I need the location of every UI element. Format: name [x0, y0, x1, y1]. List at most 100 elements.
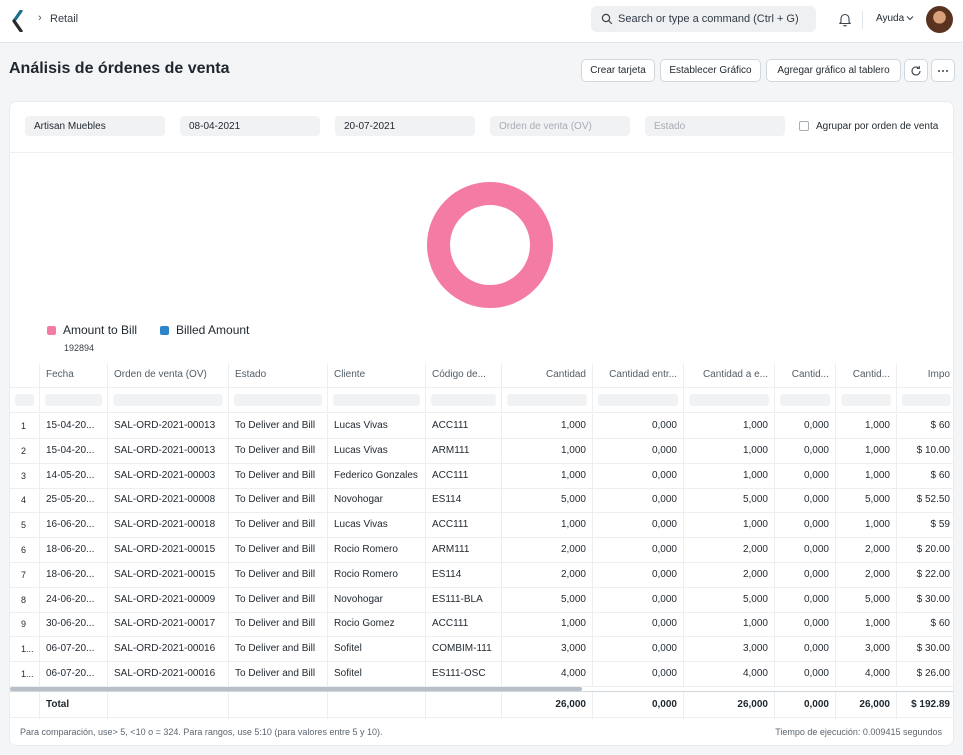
filter-box[interactable]: [689, 394, 769, 406]
table-cell[interactable]: 06-07-20...: [40, 637, 108, 663]
table-cell[interactable]: Rocio Romero: [328, 562, 426, 588]
column-header[interactable]: Orden de venta (OV): [108, 363, 229, 388]
column-filter-input[interactable]: [229, 388, 328, 413]
column-filter-input[interactable]: [40, 388, 108, 413]
table-cell[interactable]: 1,000: [836, 438, 897, 464]
table-cell[interactable]: 0,000: [593, 488, 684, 514]
table-cell[interactable]: ES114: [426, 488, 502, 514]
column-header[interactable]: Cantid...: [775, 363, 836, 388]
column-header[interactable]: Cantidad: [502, 363, 593, 388]
table-cell[interactable]: ARM111: [426, 538, 502, 563]
column-filter-input[interactable]: [108, 388, 229, 413]
table-cell[interactable]: SAL-ORD-2021-00016: [108, 637, 229, 663]
column-header[interactable]: Cantidad a e...: [684, 363, 775, 388]
table-cell[interactable]: 0,000: [775, 414, 836, 439]
table-cell[interactable]: 1,000: [836, 513, 897, 539]
table-cell[interactable]: 1,000: [684, 513, 775, 539]
column-header[interactable]: Cantidad entr...: [593, 363, 684, 388]
table-cell[interactable]: SAL-ORD-2021-00003: [108, 463, 229, 489]
table-cell[interactable]: ACC111: [426, 513, 502, 539]
table-cell[interactable]: 5,000: [502, 488, 593, 514]
filter-box[interactable]: [234, 394, 322, 406]
table-cell[interactable]: To Deliver and Bill: [229, 538, 328, 563]
table-cell[interactable]: 0,000: [593, 637, 684, 663]
table-cell[interactable]: 0,000: [775, 662, 836, 687]
table-cell[interactable]: 1,000: [836, 463, 897, 489]
table-cell[interactable]: 06-07-20...: [40, 662, 108, 687]
search-input[interactable]: Search or type a command (Ctrl + G): [618, 13, 799, 25]
table-cell[interactable]: $ 10.00: [897, 439, 953, 464]
column-filter-input[interactable]: [426, 388, 502, 413]
filter-box[interactable]: [780, 394, 830, 406]
table-cell[interactable]: SAL-ORD-2021-00008: [108, 488, 229, 514]
table-cell[interactable]: 14-05-20...: [40, 463, 108, 489]
table-cell[interactable]: Sofitel: [328, 662, 426, 687]
table-cell[interactable]: Novohogar: [328, 587, 426, 613]
table-cell[interactable]: 2,000: [684, 562, 775, 588]
table-cell[interactable]: 25-05-20...: [40, 488, 108, 514]
table-cell[interactable]: 18-06-20...: [40, 538, 108, 563]
table-cell[interactable]: 2,000: [836, 562, 897, 588]
table-cell[interactable]: SAL-ORD-2021-00018: [108, 513, 229, 539]
set-chart-button[interactable]: Establecer Gráfico: [660, 59, 761, 82]
table-cell[interactable]: SAL-ORD-2021-00015: [108, 538, 229, 563]
breadcrumb-retail[interactable]: Retail: [50, 13, 78, 25]
table-cell[interactable]: 1,000: [502, 513, 593, 539]
table-cell[interactable]: ACC111: [426, 463, 502, 489]
create-card-button[interactable]: Crear tarjeta: [581, 59, 655, 82]
help-menu[interactable]: Ayuda: [876, 13, 904, 24]
table-cell[interactable]: $ 26.00: [897, 662, 953, 687]
add-chart-to-dashboard-button[interactable]: Agregar gráfico al tablero: [766, 59, 901, 82]
column-header[interactable]: Código de...: [426, 363, 502, 388]
table-cell[interactable]: Sofitel: [328, 637, 426, 663]
table-cell[interactable]: 0,000: [593, 463, 684, 489]
table-cell[interactable]: 0,000: [775, 587, 836, 613]
column-header[interactable]: Fecha: [40, 363, 108, 388]
table-cell[interactable]: 1,000: [836, 414, 897, 439]
table-cell[interactable]: 0,000: [593, 612, 684, 638]
table-cell[interactable]: 5,000: [836, 587, 897, 613]
table-cell[interactable]: 5,000: [502, 587, 593, 613]
row-index[interactable]: 2: [10, 438, 40, 464]
table-cell[interactable]: Rocio Gomez: [328, 612, 426, 638]
column-header[interactable]: Impo: [897, 363, 953, 388]
table-cell[interactable]: 15-04-20...: [40, 414, 108, 439]
donut-slice-amount-to-bill[interactable]: [427, 182, 553, 308]
table-cell[interactable]: Lucas Vivas: [328, 438, 426, 464]
table-cell[interactable]: 0,000: [775, 438, 836, 464]
row-index[interactable]: 5: [10, 513, 40, 539]
table-cell[interactable]: 0,000: [593, 587, 684, 613]
table-cell[interactable]: ACC111: [426, 612, 502, 638]
from-date-filter[interactable]: 08-04-2021: [180, 116, 320, 136]
refresh-button[interactable]: [904, 59, 928, 82]
app-logo-icon[interactable]: [11, 10, 25, 32]
column-filter-input[interactable]: [897, 388, 953, 413]
chevron-down-icon[interactable]: [906, 15, 914, 21]
company-filter[interactable]: Artisan Muebles: [25, 116, 165, 136]
legend-amount-to-bill[interactable]: Amount to Bill: [63, 323, 137, 337]
row-index[interactable]: 1...: [10, 637, 40, 663]
table-cell[interactable]: 2,000: [502, 562, 593, 588]
table-cell[interactable]: $ 59: [897, 513, 953, 538]
table-cell[interactable]: 0,000: [593, 538, 684, 563]
more-button[interactable]: [931, 59, 955, 82]
filter-box[interactable]: [15, 394, 34, 406]
filter-box[interactable]: [507, 394, 587, 406]
row-index[interactable]: 6: [10, 538, 40, 563]
table-cell[interactable]: 0,000: [593, 414, 684, 439]
table-cell[interactable]: To Deliver and Bill: [229, 562, 328, 588]
row-index[interactable]: 7: [10, 562, 40, 588]
table-cell[interactable]: 4,000: [684, 662, 775, 687]
table-cell[interactable]: 0,000: [775, 513, 836, 539]
table-cell[interactable]: ES111-BLA: [426, 587, 502, 613]
sales-order-filter[interactable]: Orden de venta (OV): [490, 116, 630, 136]
table-cell[interactable]: 18-06-20...: [40, 562, 108, 588]
column-filter-input[interactable]: [775, 388, 836, 413]
table-cell[interactable]: 0,000: [775, 562, 836, 588]
table-cell[interactable]: $ 60: [897, 464, 953, 489]
row-index[interactable]: 1: [10, 414, 40, 439]
table-cell[interactable]: SAL-ORD-2021-00009: [108, 587, 229, 613]
filter-box[interactable]: [902, 394, 951, 406]
notification-bell-icon[interactable]: [838, 12, 852, 27]
table-cell[interactable]: SAL-ORD-2021-00016: [108, 662, 229, 687]
